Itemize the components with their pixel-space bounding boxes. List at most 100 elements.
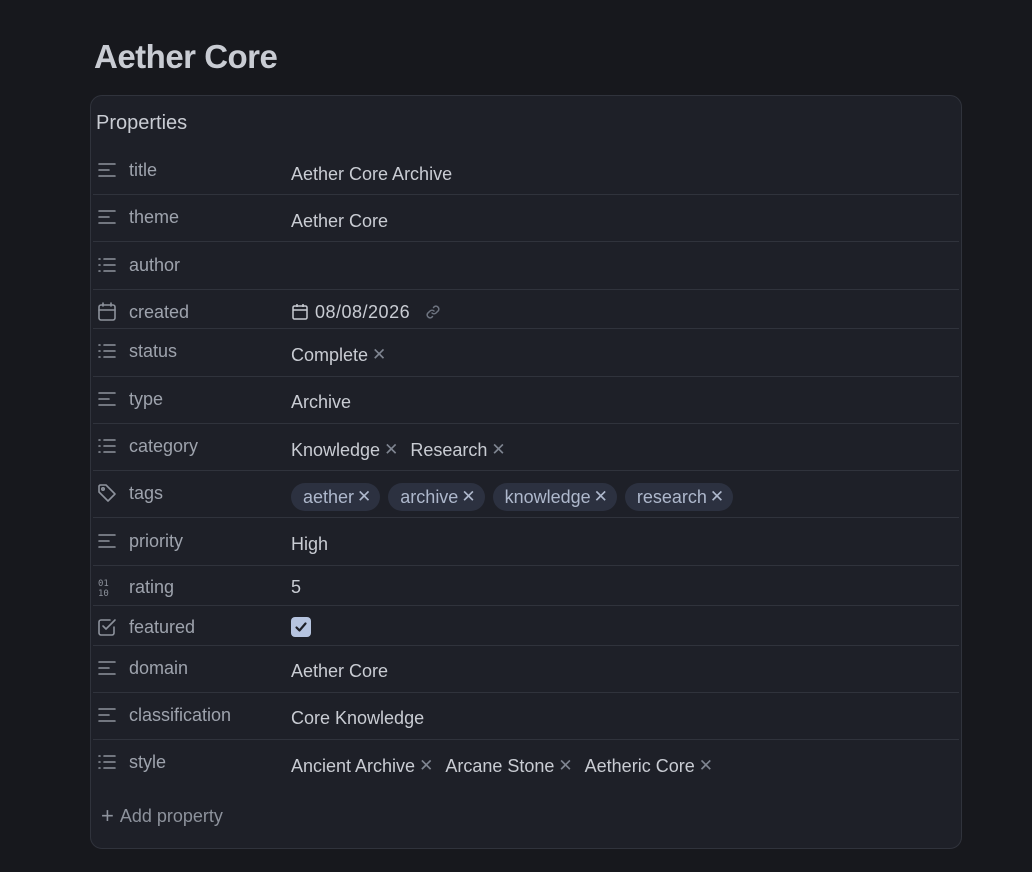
property-key-author[interactable]: author [96,253,180,277]
property-row-style: style Ancient Archive ✕ Arcane Stone ✕ Aet… [91,740,961,788]
property-key-label: classification [129,704,232,725]
date-text: 08/08/2026 [315,301,411,322]
property-value-rating[interactable]: 5 [291,575,301,599]
property-row-category: category Knowledge ✕ Research ✕ [91,424,961,471]
status-pill: Complete [291,344,369,365]
property-key-title[interactable]: title [96,158,157,182]
property-key-label: author [129,254,181,275]
calendar-icon [291,303,309,321]
text-icon [96,159,118,181]
add-property-label: Add property [119,805,223,826]
add-property-button[interactable]: + Add property [101,805,223,827]
tag-pill[interactable]: research ✕ [624,483,734,511]
tag-pill[interactable]: archive ✕ [388,483,485,511]
category-pill: Knowledge [291,439,381,460]
list-icon [96,751,118,773]
tag-pill[interactable]: knowledge ✕ [492,483,617,511]
checkbox-icon [96,616,118,638]
property-key-domain[interactable]: domain [96,656,188,680]
property-key-label: type [129,388,164,409]
text-icon [96,657,118,679]
property-value-created[interactable]: 08/08/2026 [291,300,442,324]
remove-icon[interactable]: ✕ [357,487,371,507]
property-row-title: title Aether Core Archive [91,148,961,195]
list-icon [96,340,118,362]
calendar-icon [96,301,118,323]
remove-icon[interactable]: ✕ [461,487,475,507]
property-value-featured[interactable] [291,615,311,639]
property-value-title[interactable]: Aether Core Archive [291,162,452,186]
property-key-rating[interactable]: 01 10 rating [96,575,174,599]
property-row-type: type Archive [91,377,961,424]
property-key-label: featured [129,616,196,637]
property-key-type[interactable]: type [96,387,163,411]
property-row-classification: classification Core Knowledge [91,693,961,740]
property-key-category[interactable]: category [96,434,198,458]
property-row-tags: tags aether ✕ archive ✕ knowledge ✕ researc… [91,471,961,518]
property-row-priority: priority High [91,518,961,566]
property-key-label: title [129,159,158,180]
text-icon [96,206,118,228]
style-pill: Aetheric Core [584,755,695,776]
featured-checkbox[interactable] [291,617,311,637]
style-pill: Arcane Stone [445,755,555,776]
property-row-domain: domain Aether Core [91,646,961,693]
property-value-classification[interactable]: Core Knowledge [291,706,424,730]
category-pill: Research [410,439,488,460]
property-key-created[interactable]: created [96,300,189,324]
property-key-label: priority [129,530,184,551]
property-row-rating: 01 10 rating 5 [91,566,961,606]
property-key-label: theme [129,206,180,227]
property-value-status[interactable]: Complete ✕ [291,343,398,367]
plus-icon: + [101,803,114,828]
remove-icon[interactable]: ✕ [558,756,572,776]
remove-icon[interactable]: ✕ [594,487,608,507]
list-icon [96,435,118,457]
text-icon [96,530,118,552]
properties-heading[interactable]: Properties [96,112,187,135]
property-value-tags[interactable]: aether ✕ archive ✕ knowledge ✕ research ✕ [291,483,741,511]
svg-text:10: 10 [98,589,109,598]
list-icon [96,254,118,276]
property-row-created: created 08/08/2026 [91,290,961,329]
tag-pill[interactable]: aether ✕ [291,483,381,511]
link-icon[interactable] [424,303,442,321]
property-value-category[interactable]: Knowledge ✕ Research ✕ [291,438,518,462]
property-key-classification[interactable]: classification [96,703,231,727]
remove-icon[interactable]: ✕ [710,487,724,507]
property-key-label: category [129,435,199,456]
property-key-featured[interactable]: featured [96,615,195,639]
property-key-label: created [129,301,190,322]
remove-icon[interactable]: ✕ [372,345,386,365]
remove-icon[interactable]: ✕ [699,756,713,776]
property-row-featured: featured [91,606,961,646]
remove-icon[interactable]: ✕ [384,440,398,460]
property-value-priority[interactable]: High [291,532,328,556]
property-key-tags[interactable]: tags [96,481,163,505]
property-key-label: domain [129,657,189,678]
property-key-status[interactable]: status [96,339,177,363]
remove-icon[interactable]: ✕ [491,440,505,460]
properties-panel: Properties title Aether Core Archive the… [90,95,962,849]
property-key-style[interactable]: style [96,750,166,774]
property-key-label: style [129,751,167,772]
property-value-type[interactable]: Archive [291,390,351,414]
property-row-theme: theme Aether Core [91,195,961,242]
remove-icon[interactable]: ✕ [419,756,433,776]
property-value-domain[interactable]: Aether Core [291,659,388,683]
property-key-label: rating [129,576,175,597]
tag-icon [96,482,118,504]
property-value-theme[interactable]: Aether Core [291,209,388,233]
text-icon [96,388,118,410]
property-row-author: author [91,242,961,290]
property-value-style[interactable]: Ancient Archive ✕ Arcane Stone ✕ Aetheric … [291,754,725,778]
text-icon [96,704,118,726]
page-title[interactable]: Aether Core [94,38,278,76]
property-row-status: status Complete ✕ [91,329,961,377]
property-key-label: tags [129,482,164,503]
property-key-priority[interactable]: priority [96,529,183,553]
number-icon: 01 10 [96,576,118,598]
svg-text:01: 01 [98,579,109,589]
style-pill: Ancient Archive [291,755,416,776]
property-key-theme[interactable]: theme [96,205,179,229]
